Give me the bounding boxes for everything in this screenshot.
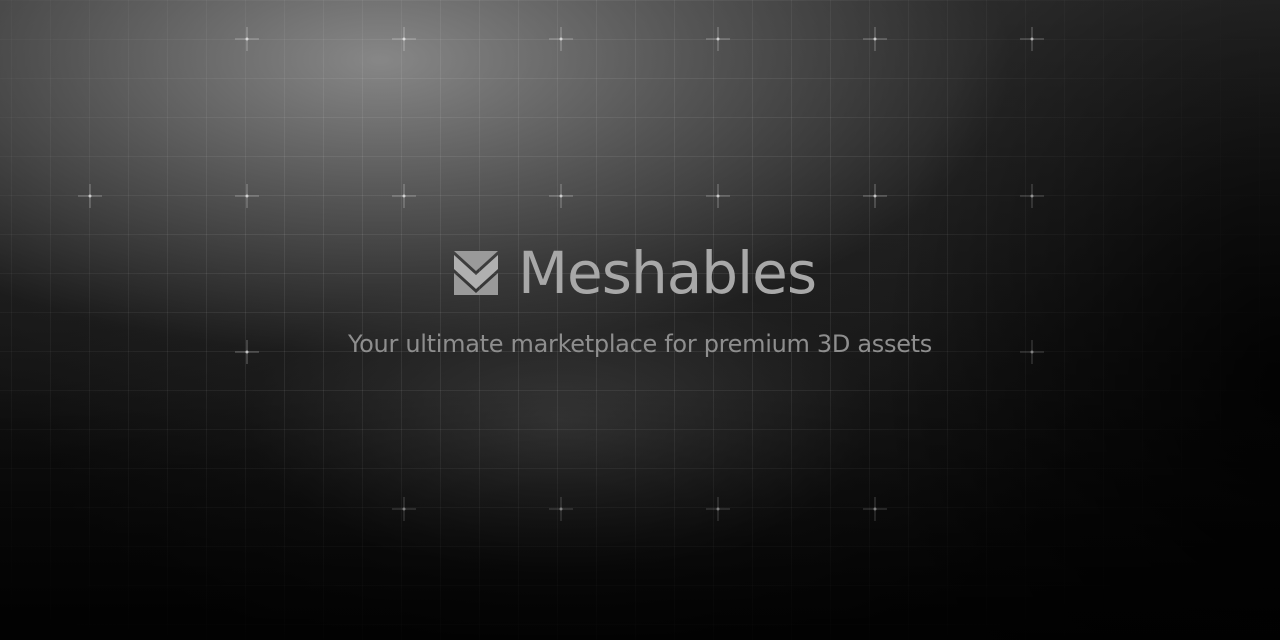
brand-name: Meshables [518, 239, 817, 307]
brand-lockup: Meshables [452, 239, 817, 307]
bottom-fade-overlay [0, 0, 1280, 640]
tagline: Your ultimate marketplace for premium 3D… [348, 330, 932, 358]
hero-banner: Meshables Your ultimate marketplace for … [0, 0, 1280, 640]
chevron-stack-icon [454, 251, 498, 295]
